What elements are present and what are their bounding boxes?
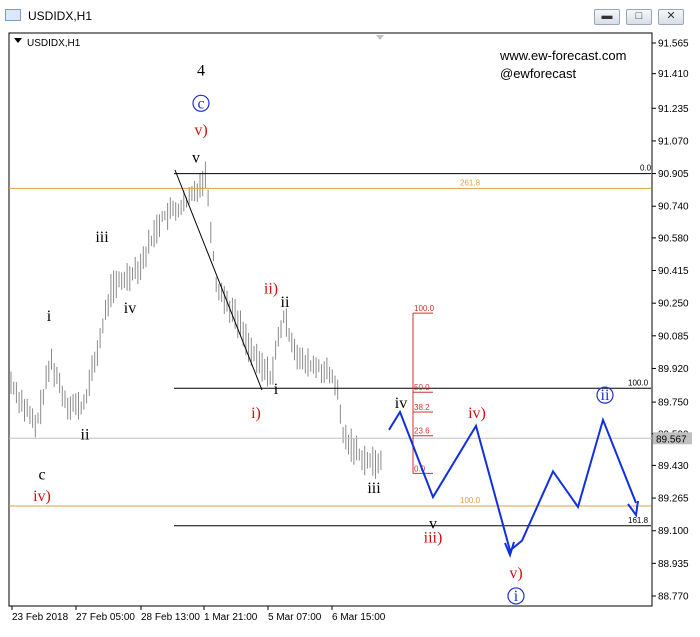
y-tick-label: 90.740 xyxy=(658,202,689,213)
chart-area[interactable]: USDIDX,H1 www.ew-forecast.com @ewforecas… xyxy=(0,30,700,637)
x-tick-label: 1 Mar 21:00 xyxy=(204,612,258,623)
current-price-label: 89.567 xyxy=(656,434,687,445)
y-tick-label: 90.250 xyxy=(658,299,689,310)
wave-label: v) xyxy=(509,565,522,582)
y-tick-label: 90.905 xyxy=(658,169,689,180)
y-tick-label: 89.430 xyxy=(658,461,689,472)
level-label: 261.8 xyxy=(460,178,481,187)
wave-label: iii) xyxy=(424,530,443,547)
level-label: 100.0 xyxy=(460,496,481,505)
y-tick-label: 91.235 xyxy=(658,104,689,115)
chart-window-icon xyxy=(5,9,21,21)
y-tick-label: 89.920 xyxy=(658,364,689,375)
wave-label: iv) xyxy=(468,405,486,422)
watermark-line-1: www.ew-forecast.com xyxy=(499,48,626,63)
wave-label: v) xyxy=(194,122,207,139)
symbol-label: USDIDX,H1 xyxy=(27,38,81,49)
y-tick-label: 91.565 xyxy=(658,39,689,50)
y-tick-label: 90.580 xyxy=(658,233,689,244)
wave-label: c xyxy=(197,95,204,112)
x-tick-label: 5 Mar 07:00 xyxy=(268,612,322,623)
current-price-tag: 89.567 xyxy=(653,432,692,445)
close-button[interactable]: ✕ xyxy=(658,9,684,25)
wave-label: i) xyxy=(251,405,261,422)
wave-label: iii xyxy=(367,480,381,497)
wave-label: c xyxy=(38,466,45,483)
wave-label: ii xyxy=(81,427,90,444)
minimize-button[interactable]: ▬ xyxy=(594,9,620,25)
wave-label: ii xyxy=(281,294,290,311)
wave-label: ii) xyxy=(264,280,278,297)
wave-label: iv) xyxy=(33,488,51,505)
x-tick-label: 23 Feb 2018 xyxy=(12,612,69,623)
y-tick-label: 90.085 xyxy=(658,331,689,342)
price-axis: 91.565 91.410 91.235 91.070 90.905 90.740 90.5… xyxy=(652,39,689,603)
y-tick-label: 89.265 xyxy=(658,494,689,505)
watermark-line-2: @ewforecast xyxy=(500,66,576,81)
x-tick-label: 6 Mar 15:00 xyxy=(332,612,386,623)
wave-label: ii xyxy=(601,387,610,404)
window-titlebar: USDIDX,H1 ▬ □ ✕ xyxy=(0,0,700,31)
wave-label: i xyxy=(47,308,52,325)
y-tick-label: 90.415 xyxy=(658,266,689,277)
level-label: 100.0 xyxy=(628,378,649,387)
wave-label: i xyxy=(274,381,279,398)
window-title: USDIDX,H1 xyxy=(28,9,93,23)
y-tick-label: 89.750 xyxy=(658,398,689,409)
time-axis: 23 Feb 2018 27 Feb 05:00 28 Feb 13:00 1 Mar… xyxy=(11,606,386,623)
x-tick-label: 28 Feb 13:00 xyxy=(141,612,200,623)
wave-label: iii xyxy=(95,229,109,246)
wave-label: i xyxy=(514,588,519,605)
fib-level-label: 100.0 xyxy=(414,304,435,313)
y-tick-label: 89.100 xyxy=(658,526,689,537)
y-tick-label: 88.935 xyxy=(658,559,689,570)
fib-level-label: 50.0 xyxy=(414,383,430,392)
fib-level-label: 23.6 xyxy=(414,427,430,436)
fib-level-label: 38.2 xyxy=(414,403,430,412)
y-tick-label: 91.070 xyxy=(658,136,689,147)
wave-label: iv xyxy=(395,395,407,412)
y-tick-label: 91.410 xyxy=(658,69,689,80)
wave-label: iv xyxy=(124,300,136,317)
y-tick-label: 88.770 xyxy=(658,592,689,603)
x-tick-label: 27 Feb 05:00 xyxy=(76,612,135,623)
wave-label: v xyxy=(192,150,200,167)
price-chart[interactable]: USDIDX,H1 www.ew-forecast.com @ewforecas… xyxy=(0,30,700,637)
level-label: 161.8 xyxy=(628,516,649,525)
wave-label: 4 xyxy=(197,63,205,80)
level-label: 0.0 xyxy=(640,164,652,173)
maximize-button[interactable]: □ xyxy=(626,9,652,25)
